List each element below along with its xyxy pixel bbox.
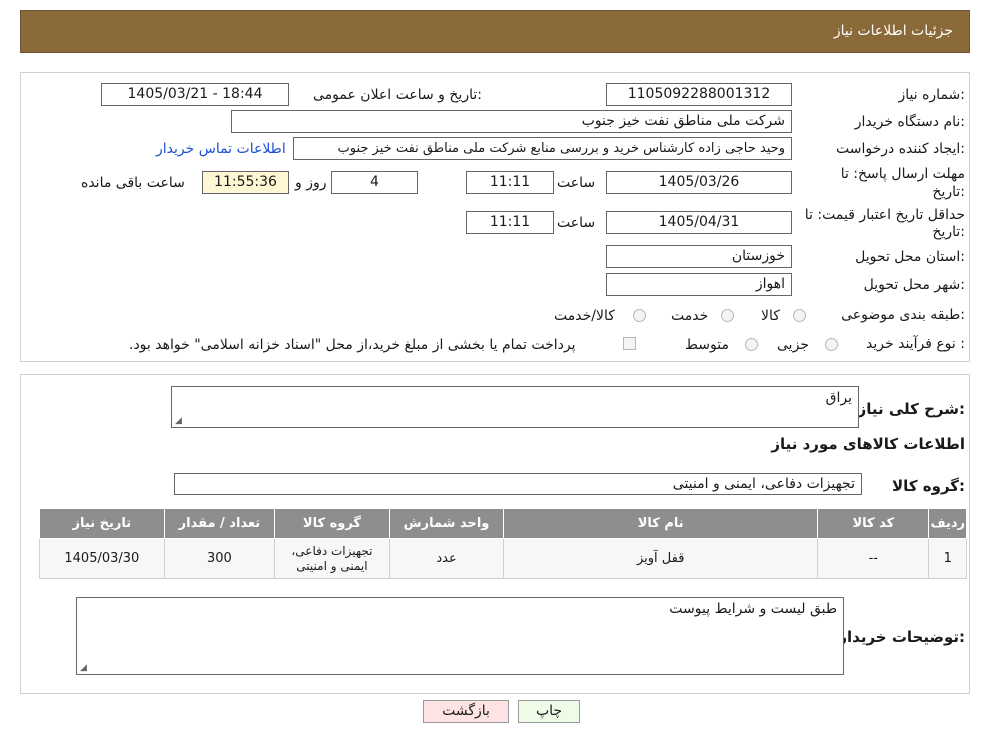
- goods-table: ردیف کد کالا نام کالا واحد شمارش گروه کا…: [39, 508, 967, 579]
- page-header: جزئیات اطلاعات نیاز: [20, 10, 970, 53]
- treasury-payment-checkbox[interactable]: [623, 337, 636, 350]
- province-label: استان محل تحویل:: [855, 249, 965, 265]
- col-unit: واحد شمارش: [388, 508, 505, 539]
- deadline-time-label: ساعت: [557, 175, 596, 191]
- remaining-time-field: 11:55:36: [202, 171, 289, 194]
- goods-group-label: گروه کالا:: [892, 477, 965, 495]
- buyer-notes-label: توضیحات خریدار:: [838, 628, 965, 646]
- process-medium-label: متوسط: [685, 337, 729, 353]
- city-field[interactable]: اهواز: [606, 273, 792, 296]
- resize-grip-icon[interactable]: ◢: [175, 416, 182, 426]
- category-goods-radio[interactable]: [793, 309, 806, 322]
- buyer-org-field[interactable]: شرکت ملی مناطق نفت خیز جنوب: [231, 110, 792, 133]
- category-label: طبقه بندی موضوعی:: [841, 307, 965, 323]
- cell-name: قفل آویز: [503, 538, 819, 579]
- validity-time-field[interactable]: 11:11: [466, 211, 554, 234]
- deadline-time-field[interactable]: 11:11: [466, 171, 554, 194]
- goods-group-field[interactable]: تجهیزات دفاعی، ایمنی و امنیتی: [174, 473, 862, 495]
- validity-label: حداقل تاریخ اعتبار قیمت: تا: [804, 207, 965, 223]
- need-number-field[interactable]: 1105092288001312: [606, 83, 792, 106]
- buyer-notes-text: طبق لیست و شرایط پیوست: [669, 601, 837, 617]
- cell-group: تجهیزات دفاعی، ایمنی و امنیتی: [274, 538, 390, 579]
- description-textarea[interactable]: یراق ◢: [171, 386, 859, 428]
- days-field[interactable]: 4: [331, 171, 418, 194]
- process-minor-label: جزیی: [777, 337, 809, 353]
- process-minor-radio[interactable]: [825, 338, 838, 351]
- category-goods-label: کالا: [761, 308, 780, 324]
- city-label: شهر محل تحویل:: [863, 277, 965, 293]
- creator-field[interactable]: وحید حاجی زاده کارشناس خرید و بررسی مناب…: [293, 137, 792, 160]
- validity-time-label: ساعت: [557, 215, 596, 231]
- buyer-notes-textarea[interactable]: طبق لیست و شرایط پیوست ◢: [76, 597, 844, 675]
- validity-date-field[interactable]: 1405/04/31: [606, 211, 792, 234]
- table-header-row: ردیف کد کالا نام کالا واحد شمارش گروه کا…: [39, 508, 967, 539]
- cell-row: 1: [928, 538, 967, 579]
- cell-unit: عدد: [388, 538, 505, 579]
- cell-quantity: 300: [163, 538, 276, 579]
- remaining-label: ساعت باقی مانده: [81, 175, 185, 191]
- process-medium-radio[interactable]: [745, 338, 758, 351]
- cell-code: --: [817, 538, 930, 579]
- deadline-label: مهلت ارسال پاسخ: تا: [840, 166, 965, 182]
- description-text: یراق: [825, 390, 852, 406]
- deadline-date-field[interactable]: 1405/03/26: [606, 171, 792, 194]
- buyer-org-label: نام دستگاه خریدار:: [854, 114, 965, 130]
- col-group: گروه کالا: [274, 508, 390, 539]
- days-label: روز و: [295, 175, 327, 191]
- category-service-label: خدمت: [671, 308, 709, 324]
- back-button[interactable]: بازگشت: [423, 700, 509, 723]
- announce-datetime-field[interactable]: 1405/03/21 - 18:44: [101, 83, 289, 106]
- treasury-payment-note: پرداخت تمام یا بخشی از مبلغ خرید،از محل …: [129, 337, 576, 353]
- deadline-label-2: تاریخ:: [932, 184, 965, 200]
- cell-date: 1405/03/30: [39, 538, 165, 579]
- validity-label-2: تاریخ:: [932, 224, 965, 240]
- col-date: تاریخ نیاز: [39, 508, 165, 539]
- creator-label: ایجاد کننده درخواست:: [836, 141, 965, 157]
- description-label: شرح کلی نیاز:: [857, 400, 965, 418]
- category-both-radio[interactable]: [633, 309, 646, 322]
- col-code: کد کالا: [817, 508, 930, 539]
- resize-grip-icon[interactable]: ◢: [80, 663, 87, 673]
- category-service-radio[interactable]: [721, 309, 734, 322]
- page-title: جزئیات اطلاعات نیاز: [833, 23, 953, 39]
- contact-buyer-link[interactable]: اطلاعات تماس خریدار: [156, 141, 286, 157]
- province-field[interactable]: خوزستان: [606, 245, 792, 268]
- announce-label: تاریخ و ساعت اعلان عمومی:: [313, 87, 482, 103]
- need-info-panel: شماره نیاز: 1105092288001312 تاریخ و ساع…: [20, 72, 970, 362]
- need-number-label: شماره نیاز:: [898, 87, 965, 103]
- table-row[interactable]: 1 -- قفل آویز عدد تجهیزات دفاعی، ایمنی و…: [39, 538, 967, 579]
- goods-details-panel: شرح کلی نیاز: یراق ◢ اطلاعات کالاهای مور…: [20, 374, 970, 694]
- category-both-label: کالا/خدمت: [554, 308, 615, 324]
- process-label: نوع فرآیند خرید :: [866, 336, 965, 352]
- col-quantity: تعداد / مقدار: [163, 508, 276, 539]
- goods-info-title: اطلاعات کالاهای مورد نیاز: [771, 435, 965, 453]
- col-row: ردیف: [928, 508, 967, 539]
- col-name: نام کالا: [503, 508, 819, 539]
- print-button[interactable]: چاپ: [518, 700, 580, 723]
